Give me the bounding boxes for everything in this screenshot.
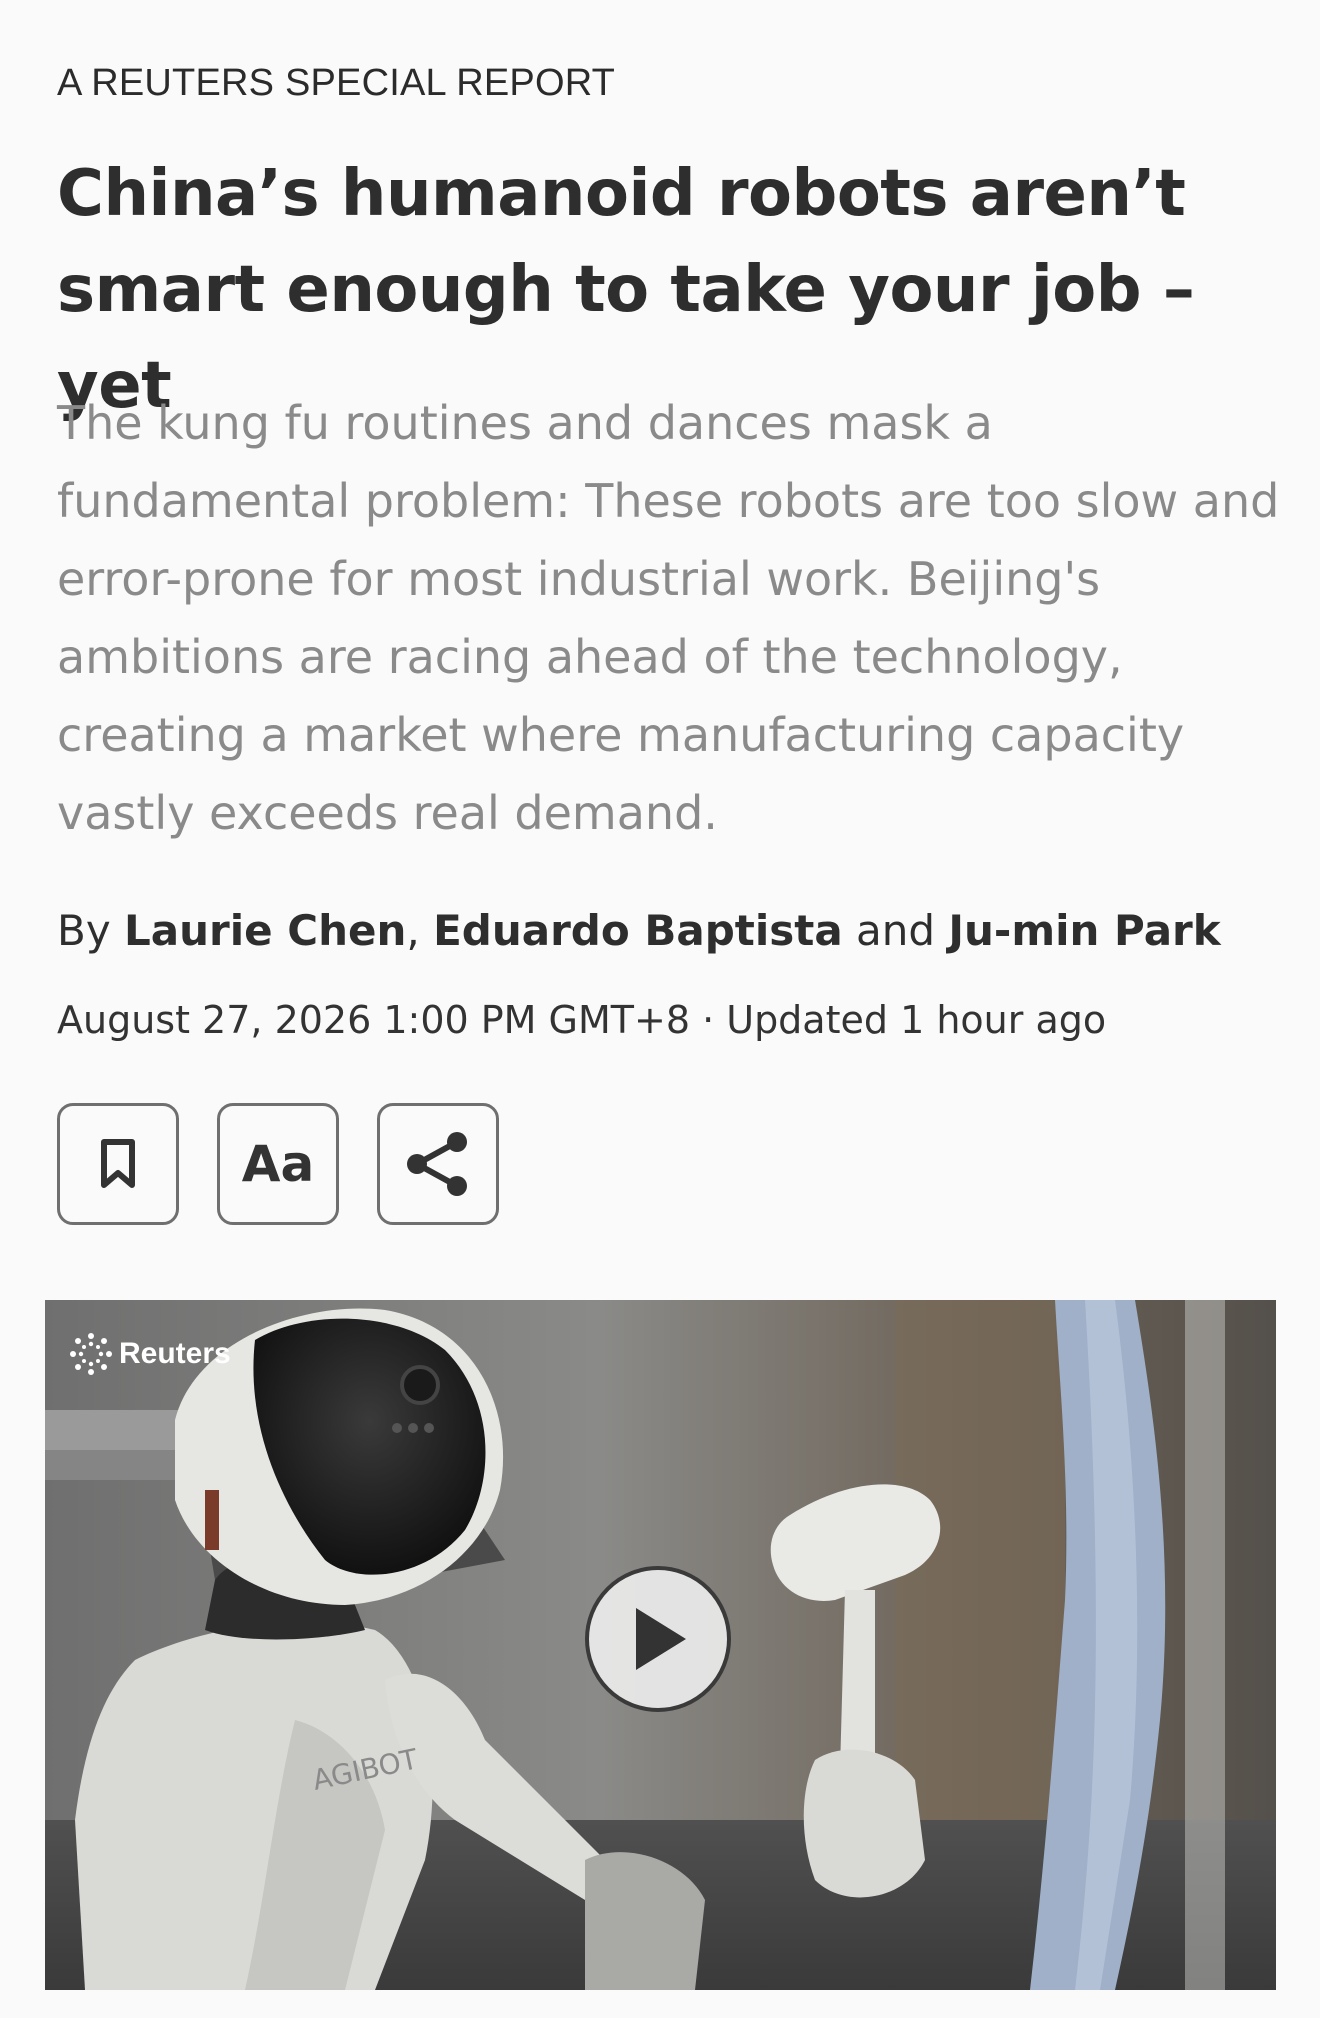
bookmark-button[interactable] [57, 1103, 179, 1225]
text-size-label: Aa [241, 1135, 315, 1193]
play-button[interactable] [585, 1566, 731, 1712]
reuters-watermark: Reuters [69, 1332, 231, 1376]
article-page: A REUTERS SPECIAL REPORT China’s humanoi… [0, 0, 1320, 2018]
video-player[interactable]: AGIBOT Reuters [45, 1300, 1276, 1990]
reuters-logo-icon [70, 1333, 112, 1375]
share-button[interactable] [377, 1103, 499, 1225]
watermark-label: Reuters [119, 1337, 231, 1370]
article-dateline: August 27, 2026 1:00 PM GMT+8 · Updated … [57, 998, 1107, 1042]
text-size-button[interactable]: Aa [217, 1103, 339, 1225]
bookmark-icon [101, 1139, 135, 1188]
author-link[interactable]: Laurie Chen [124, 906, 406, 955]
article-byline: By Laurie Chen, Eduardo Baptista and Ju-… [57, 906, 1221, 955]
byline-conjunction: and [856, 906, 936, 955]
author-link[interactable]: Ju-min Park [948, 906, 1220, 955]
author-link[interactable]: Eduardo Baptista [433, 906, 843, 955]
play-icon [636, 1608, 686, 1670]
share-icon [407, 1132, 467, 1196]
article-kicker: A REUTERS SPECIAL REPORT [57, 62, 616, 104]
article-summary: The kung fu routines and dances mask a f… [57, 396, 1280, 840]
byline-prefix: By [57, 906, 111, 955]
article-toolbar: Aa [57, 1103, 499, 1225]
byline-separator: , [406, 906, 420, 955]
